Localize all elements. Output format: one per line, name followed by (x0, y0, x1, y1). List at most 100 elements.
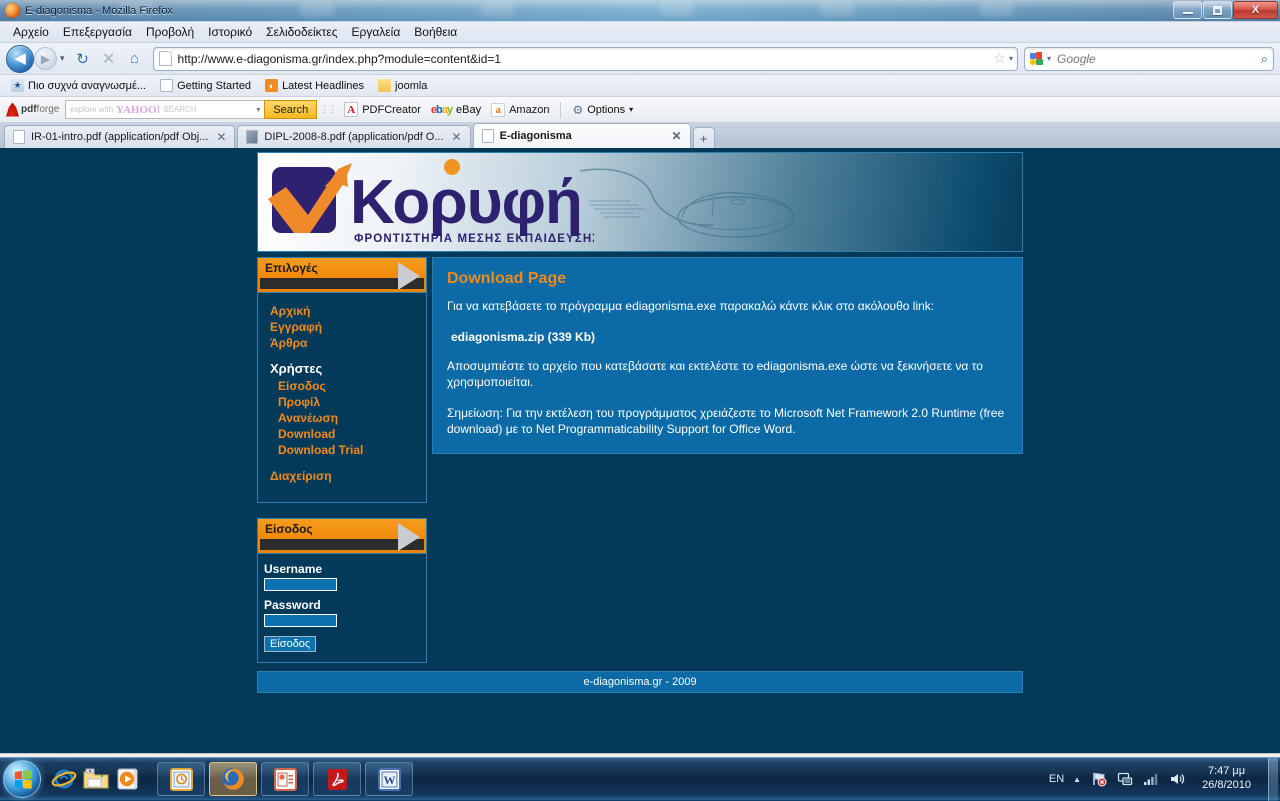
clock[interactable]: 7:47 μμ 26/8/2010 (1194, 765, 1259, 793)
word-icon[interactable]: W (365, 762, 413, 796)
search-input[interactable]: Google (1057, 52, 1261, 66)
firefox-icon (5, 3, 20, 18)
volume-icon[interactable] (1168, 771, 1185, 788)
internet-explorer-icon[interactable] (49, 764, 79, 794)
pdfforge-brand-suffix: forge (37, 104, 60, 115)
tab-label: DIPL-2008-8.pdf (application/pdf O... (264, 131, 443, 143)
amazon-button[interactable]: a Amazon (486, 103, 554, 117)
yahoo-search-input[interactable]: explore with YAHOO! SEARCH ▾ (65, 100, 265, 119)
url-bar[interactable]: http://www.e-diagonisma.gr/index.php?mod… (153, 47, 1018, 71)
sidebar-item-download-trial[interactable]: Download Trial (258, 442, 426, 458)
back-button[interactable]: ◀ (6, 45, 34, 73)
maximize-button[interactable] (1203, 1, 1232, 19)
pdfforge-logo[interactable]: pdfforge (2, 103, 63, 117)
amazon-icon: a (491, 103, 505, 117)
search-icon[interactable]: ⌕ (1261, 51, 1268, 67)
chevron-right-icon (398, 523, 420, 551)
chevron-down-icon[interactable]: ▾ (256, 105, 260, 114)
menu-view[interactable]: Προβολή (139, 23, 201, 41)
username-input[interactable] (264, 578, 337, 591)
content-instructions: Αποσυμπιέστε το αρχείο που κατεβάσατε κα… (447, 358, 1008, 390)
tab-dipl-2008-8[interactable]: DIPL-2008-8.pdf (application/pdf O... ✕ (237, 125, 470, 148)
acrobat-reader-icon[interactable] (313, 762, 361, 796)
wireless-signal-icon[interactable] (1142, 771, 1159, 788)
bookmarks-toolbar: ★ Πιο συχνά αναγνωσμέ... Getting Started… (0, 75, 1280, 97)
image-icon (246, 130, 258, 144)
firefox-icon[interactable] (209, 762, 257, 796)
ebay-label: eBay (456, 104, 481, 116)
menu-file[interactable]: Αρχείο (6, 23, 56, 41)
sidebar-item-diaxeirisi[interactable]: Διαχείριση (258, 468, 426, 484)
tab-strip: IR-01-intro.pdf (application/pdf Obj... … (0, 123, 1280, 148)
pdfcreator-button[interactable]: A PDFCreator (339, 102, 426, 117)
system-tray: EN ▲ (1049, 758, 1280, 801)
tab-e-diagonisma[interactable]: E-diagonisma ✕ (473, 123, 691, 148)
korifi-logo: Κορυφή ΦΡΟΝΤΙΣΤΗΡΙΑ ΜΕΣΗΣ ΕΚΠΑΙΔΕΥΣΗΣ (264, 157, 594, 251)
sidebar-item-eggrafi[interactable]: Εγγραφή (258, 319, 426, 335)
options-button[interactable]: ⚙ Options▾ (567, 103, 638, 117)
close-button[interactable]: X (1233, 1, 1278, 19)
yahoo-search-button[interactable]: Search (264, 100, 317, 119)
menu-edit[interactable]: Επεξεργασία (56, 23, 139, 41)
stop-button[interactable]: ✕ (97, 47, 121, 71)
windows-explorer-icon[interactable] (81, 764, 111, 794)
close-icon[interactable]: ✕ (452, 130, 462, 144)
pdfcreator-label: PDFCreator (362, 104, 421, 116)
menu-help[interactable]: Βοήθεια (407, 23, 464, 41)
sidebar-item-arthra[interactable]: Άρθρα (258, 335, 426, 351)
start-button[interactable] (3, 760, 41, 798)
sidebar: Επιλογές Αρχική Εγγραφή Άρθρα Χρήστες Εί… (257, 257, 427, 663)
powerpoint-icon[interactable] (261, 762, 309, 796)
bookmark-getting-started[interactable]: Getting Started (155, 78, 256, 93)
bookmark-latest-headlines[interactable]: ◐ Latest Headlines (260, 78, 369, 93)
home-button[interactable]: ⌂ (123, 47, 147, 71)
media-player-icon[interactable] (113, 764, 143, 794)
sidebar-item-profil[interactable]: Προφίλ (258, 394, 426, 410)
website-container: Κορυφή ΦΡΟΝΤΙΣΤΗΡΙΑ ΜΕΣΗΣ ΕΚΠΑΙΔΕΥΣΗΣ Επ… (257, 148, 1023, 693)
content-intro: Για να κατεβάσετε το πρόγραμμα ediagonis… (447, 298, 1008, 314)
outlook-icon[interactable] (157, 762, 205, 796)
bookmark-joomla[interactable]: joomla (373, 78, 432, 93)
page-main-row: Επιλογές Αρχική Εγγραφή Άρθρα Χρήστες Εί… (257, 257, 1023, 663)
search-bar[interactable]: ▾ Google ⌕ (1024, 47, 1274, 71)
page-viewport: Κορυφή ΦΡΟΝΤΙΣΤΗΡΙΑ ΜΕΣΗΣ ΕΚΠΑΙΔΕΥΣΗΣ Επ… (0, 148, 1280, 753)
history-dropdown-icon[interactable]: ▾ (60, 53, 65, 64)
window-titlebar[interactable]: E-diagonisma - Mozilla Firefox X (0, 0, 1280, 22)
urlbar-dropdown-icon[interactable]: ▾ (1009, 54, 1013, 63)
show-hidden-icons-icon[interactable]: ▲ (1073, 775, 1081, 784)
close-icon[interactable]: ✕ (216, 130, 226, 144)
new-tab-button[interactable]: + (693, 127, 715, 148)
menu-tools[interactable]: Εργαλεία (345, 23, 408, 41)
language-indicator[interactable]: EN (1049, 773, 1064, 785)
menu-bookmarks[interactable]: Σελιδοδείκτες (259, 23, 344, 41)
network-icon[interactable] (1116, 771, 1133, 788)
ebay-button[interactable]: ebay eBay (426, 104, 486, 116)
close-icon[interactable]: ✕ (672, 129, 682, 143)
login-submit-button[interactable]: Είσοδος (264, 636, 316, 652)
toolbar-grip-icon[interactable]: ⋮⋮ (320, 104, 336, 115)
clock-time: 7:47 μμ (1202, 765, 1251, 779)
search-engine-dropdown-icon[interactable]: ▾ (1047, 54, 1051, 63)
gear-icon: ⚙ (572, 103, 583, 117)
sidebar-item-download[interactable]: Download (258, 426, 426, 442)
bookmark-most-visited[interactable]: ★ Πιο συχνά αναγνωσμέ... (6, 78, 151, 93)
password-input[interactable] (264, 614, 337, 627)
sidebar-item-ananeosi[interactable]: Ανανέωση (258, 410, 426, 426)
tab-ir-01-intro[interactable]: IR-01-intro.pdf (application/pdf Obj... … (4, 125, 235, 148)
login-panel: Είσοδος Username Password Είσοδος (257, 518, 427, 663)
show-desktop-button[interactable] (1268, 758, 1278, 801)
forward-button[interactable]: ▶ (34, 47, 57, 70)
login-panel-body: Username Password Είσοδος (257, 554, 427, 663)
reload-button[interactable]: ↻ (71, 47, 95, 71)
sidebar-item-arxiki[interactable]: Αρχική (258, 303, 426, 319)
svg-text:ΦΡΟΝΤΙΣΤΗΡΙΑ ΜΕΣΗΣ ΕΚΠΑΙΔΕΥΣΗΣ: ΦΡΟΝΤΙΣΤΗΡΙΑ ΜΕΣΗΣ ΕΚΠΑΙΔΕΥΣΗΣ (354, 233, 594, 245)
google-icon (1030, 52, 1044, 66)
menu-history[interactable]: Ιστορικό (201, 23, 259, 41)
bookmark-star-icon[interactable]: ☆ (993, 50, 1006, 67)
minimize-button[interactable] (1173, 1, 1202, 19)
action-center-flag-icon[interactable] (1090, 771, 1107, 788)
firefox-window: E-diagonisma - Mozilla Firefox X Αρχείο … (0, 0, 1280, 757)
sidebar-group-users: Χρήστες (258, 351, 426, 378)
download-link[interactable]: ediagonisma.zip (339 Kb) (451, 330, 595, 344)
sidebar-item-eisodos[interactable]: Είσοδος (258, 378, 426, 394)
